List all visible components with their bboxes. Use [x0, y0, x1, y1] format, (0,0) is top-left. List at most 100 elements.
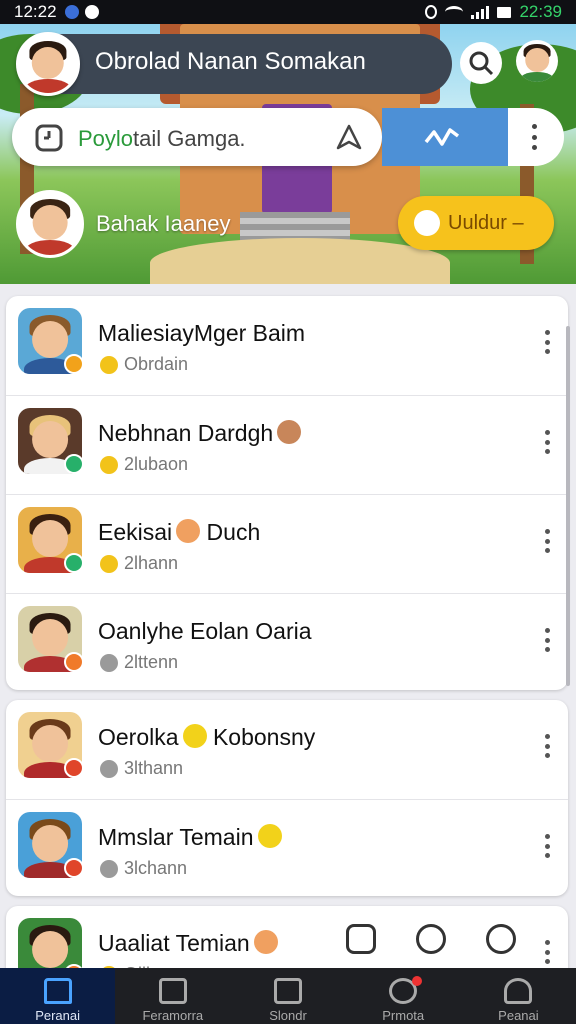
- heart-icon: [84, 5, 99, 19]
- status-icon: [100, 759, 118, 778]
- stats-button[interactable]: [382, 108, 508, 166]
- search-field[interactable]: Poylotail Gamga.: [12, 108, 382, 166]
- contact-row[interactable]: Oerolka Kobonsny 3lthann: [6, 700, 568, 798]
- wave-chart-icon: [424, 128, 460, 146]
- window-icon: [158, 978, 187, 1004]
- status-icon: [100, 653, 118, 672]
- notification-icon: [64, 5, 79, 19]
- contact-name: Mmslar Temain: [98, 824, 282, 851]
- tab-label: Slondr: [269, 1008, 307, 1023]
- status-clock-right: 22:39: [519, 2, 562, 21]
- more-vertical-icon[interactable]: [544, 529, 550, 553]
- more-vertical-icon[interactable]: [544, 940, 550, 964]
- contact-row[interactable]: Nebhnan Dardgh 2lubaon: [6, 395, 568, 493]
- user-name: Bahak Iaaney: [96, 211, 231, 236]
- contact-status-text: 2lubaon: [124, 454, 189, 474]
- search-button[interactable]: [460, 42, 502, 84]
- status-time: 12:22: [14, 2, 57, 21]
- action-button[interactable]: Uuldur –: [398, 196, 554, 250]
- status-badge: [64, 652, 84, 672]
- more-vertical-icon[interactable]: [544, 628, 550, 652]
- tab-search[interactable]: Prmota: [346, 968, 461, 1024]
- contact-name-text: Mmslar Temain: [98, 824, 254, 850]
- tab-label: Prmota: [382, 1008, 425, 1023]
- contact-row[interactable]: Eekisai Duch 2lhann: [6, 494, 568, 592]
- navigation-arrow-icon[interactable]: [334, 122, 364, 152]
- app-root: 12:22 22:39 Obrolad Nanan Somakan Poylot…: [0, 0, 576, 1024]
- emoji-icon: [176, 519, 201, 543]
- contact-status: 2lubaon: [100, 454, 188, 475]
- bottom-nav: Peranai Feramorra Slondr Prmota Peanai: [0, 968, 576, 1024]
- battery-icon: [497, 6, 512, 18]
- status-icon: [100, 455, 118, 474]
- contact-status-text: 2lttenn: [124, 652, 179, 672]
- search-placeholder: tail Gamga.: [133, 126, 246, 151]
- more-vertical-icon[interactable]: [544, 834, 550, 858]
- status-badge: [64, 454, 84, 474]
- profile-avatar[interactable]: [16, 32, 80, 96]
- search-prefix: Poylo: [78, 126, 134, 151]
- contact-name: Oanlyhe Eolan Oaria: [98, 618, 312, 645]
- contact-status: Obrdain: [100, 354, 188, 375]
- more-options-button[interactable]: [508, 108, 564, 166]
- contact-status-text: Obrdain: [124, 354, 189, 374]
- emoji-icon: [257, 824, 282, 848]
- contact-name-suffix: Kobonsny: [212, 724, 316, 750]
- emoji-icon: [277, 420, 302, 444]
- garden-path: [150, 238, 450, 284]
- tab-label: Peranai: [35, 1008, 80, 1023]
- tab-window[interactable]: Feramorra: [115, 968, 230, 1024]
- scrollbar[interactable]: [566, 326, 570, 686]
- gallery-icon: [274, 978, 302, 1004]
- signal-icon: [471, 5, 490, 19]
- contact-card-group: Oerolka Kobonsny 3lthann Mmslar Temain 3…: [6, 700, 568, 896]
- call-icon[interactable]: [416, 924, 446, 954]
- contact-name-text: Oerolka: [98, 724, 179, 750]
- status-icon: [100, 554, 118, 573]
- home-icon: [43, 978, 72, 1004]
- more-vertical-icon[interactable]: [544, 734, 550, 758]
- emoji-icon: [253, 930, 278, 954]
- contact-card-group: MaliesiayMger Baim Obrdain Nebhnan Dardg…: [6, 296, 568, 690]
- contact-row[interactable]: MaliesiayMger Baim Obrdain: [6, 296, 568, 394]
- chat-icon[interactable]: [346, 924, 376, 954]
- contact-name: MaliesiayMger Baim: [98, 320, 305, 347]
- status-badge: [64, 553, 84, 573]
- contact-name-text: Nebhnan Dardgh: [98, 420, 274, 446]
- contact-status: 3lthann: [100, 758, 183, 779]
- status-icon: [100, 859, 118, 878]
- wifi-icon: [445, 6, 464, 18]
- contact-status: 2lttenn: [100, 652, 178, 673]
- tab-profile[interactable]: Peanai: [461, 968, 576, 1024]
- contact-name: Uaaliat Temian: [98, 930, 278, 957]
- tab-home[interactable]: Peranai: [0, 968, 116, 1024]
- status-bar: 12:22 22:39: [0, 0, 576, 24]
- tab-gallery[interactable]: Slondr: [230, 968, 345, 1024]
- contact-name-text: Eekisai: [98, 519, 173, 545]
- clock-icon: [35, 124, 63, 152]
- more-vertical-icon: [532, 124, 538, 150]
- status-badge: [64, 758, 84, 778]
- contact-name-text: MaliesiayMger Baim: [98, 320, 306, 346]
- contact-status: 3lchann: [100, 858, 187, 879]
- contact-name-suffix: Duch: [206, 519, 261, 545]
- contact-row[interactable]: Oanlyhe Eolan Oaria 2lttenn: [6, 593, 568, 690]
- user-avatar[interactable]: [16, 190, 84, 258]
- status-badge: [64, 858, 84, 878]
- account-avatar[interactable]: [516, 40, 558, 82]
- page-title: Obrolad Nanan Somakan: [95, 48, 366, 75]
- contact-name-text: Oanlyhe Eolan Oaria: [98, 618, 312, 644]
- contact-name-text: Uaaliat Temian: [98, 930, 250, 956]
- contact-status-text: 2lhann: [124, 553, 179, 573]
- contact-status-text: 3lchann: [124, 858, 188, 878]
- more-vertical-icon[interactable]: [544, 430, 550, 454]
- emoji-icon[interactable]: [486, 924, 516, 954]
- header-banner: Obrolad Nanan Somakan Poylotail Gamga. B…: [0, 24, 576, 284]
- more-vertical-icon[interactable]: [544, 330, 550, 354]
- notification-dot: [411, 976, 422, 986]
- contact-row[interactable]: Mmslar Temain 3lchann: [6, 799, 568, 896]
- profile-icon: [504, 978, 533, 1004]
- contact-name: Eekisai Duch: [98, 519, 260, 546]
- quick-actions: [346, 924, 516, 954]
- search-icon: [469, 51, 494, 76]
